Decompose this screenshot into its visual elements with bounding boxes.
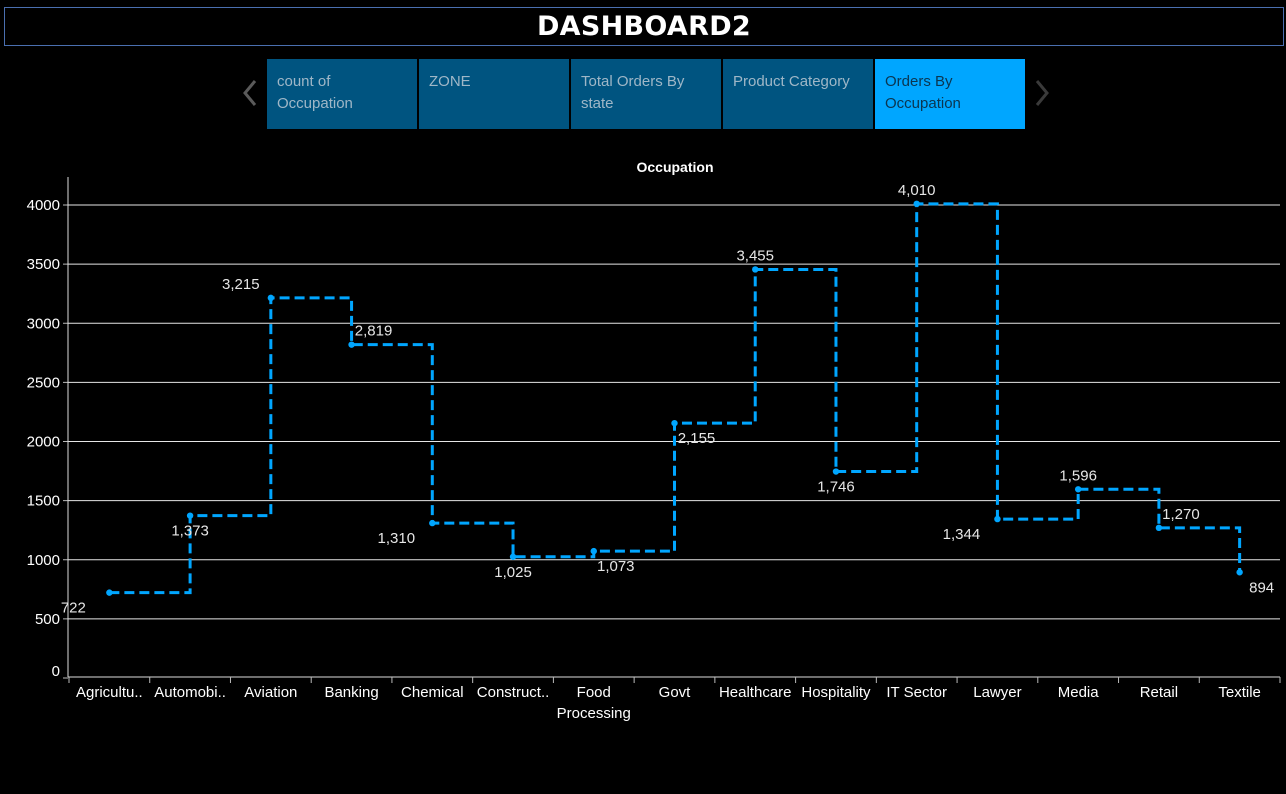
data-point <box>186 512 194 519</box>
data-point <box>1155 524 1163 532</box>
y-tick-label: 0 <box>52 663 60 680</box>
series-step-line <box>109 202 1242 595</box>
chevron-left-icon <box>243 80 257 106</box>
dashboard-title-bar: DASHBOARD2 <box>4 7 1284 46</box>
data-label: 1,073 <box>597 558 635 575</box>
data-label: 3,215 <box>222 276 260 293</box>
x-tick-label: Food <box>577 684 611 701</box>
x-tick-label: Aviation <box>244 684 297 701</box>
data-point <box>1074 486 1082 493</box>
x-tick-label: Textile <box>1218 684 1261 701</box>
data-point <box>1236 569 1243 576</box>
x-tick-label: Hospitality <box>801 684 871 701</box>
data-label: 4,010 <box>898 182 936 199</box>
data-point <box>590 547 597 555</box>
y-tick-label: 4000 <box>27 197 60 214</box>
data-point <box>913 200 920 208</box>
x-tick-label: Chemical <box>401 684 464 701</box>
y-tick-label: 1000 <box>27 552 60 569</box>
data-point <box>752 266 759 273</box>
tabs-next-button[interactable] <box>1028 70 1056 116</box>
data-label: 1,270 <box>1162 506 1200 523</box>
y-tick-label: 3000 <box>27 315 60 332</box>
y-tick-label: 2000 <box>27 434 60 451</box>
tab-zone[interactable]: ZONE <box>419 59 569 129</box>
data-point <box>429 519 436 527</box>
tab-product-category[interactable]: Product Category <box>723 59 873 129</box>
data-point <box>994 515 1001 523</box>
y-tick-label: 2500 <box>27 374 60 391</box>
data-label: 894 <box>1249 579 1274 596</box>
data-point <box>106 589 113 596</box>
data-label: 1,344 <box>943 526 981 543</box>
data-label: 722 <box>61 600 86 617</box>
occupation-step-chart: Occupation 0 500 1000 1500 2000 2500 3000 3500 40… <box>27 159 1281 722</box>
y-tick-label: 1500 <box>27 493 60 510</box>
data-point <box>267 294 275 302</box>
x-tick-label: Processing <box>557 705 631 722</box>
x-tick-label: Banking <box>324 684 378 701</box>
data-label: 1,596 <box>1059 467 1097 484</box>
data-label: 1,025 <box>494 564 532 581</box>
data-point <box>832 468 840 475</box>
x-tick-label: Agricultu.. <box>76 684 143 701</box>
data-point <box>509 553 517 560</box>
data-label: 2,155 <box>678 430 716 447</box>
x-tick-label: Retail <box>1140 684 1178 701</box>
data-label: 2,819 <box>355 323 393 340</box>
data-label: 1,746 <box>817 479 855 496</box>
x-tick-label: IT Sector <box>886 684 947 701</box>
x-tick-label: Media <box>1058 684 1100 701</box>
x-tick-label: Lawyer <box>973 684 1021 701</box>
x-tick-label: Govt <box>659 684 692 701</box>
sheet-tabs: count of Occupation ZONE Total Orders By… <box>267 59 1027 129</box>
x-tick-label: Automobi.. <box>154 684 226 701</box>
chart-title: Occupation <box>636 159 713 175</box>
x-tick-label: Construct.. <box>477 684 550 701</box>
tabs-prev-button[interactable] <box>236 70 264 116</box>
tab-orders-by-occupation[interactable]: Orders By Occupation <box>875 59 1025 129</box>
y-tick-label: 500 <box>35 611 60 628</box>
x-tick-label: Healthcare <box>719 684 792 701</box>
data-point <box>671 419 678 427</box>
data-label: 1,310 <box>378 530 416 547</box>
chevron-right-icon <box>1035 80 1049 106</box>
dashboard-title: DASHBOARD2 <box>536 11 752 42</box>
tab-count-of-occupation[interactable]: count of Occupation <box>267 59 417 129</box>
data-label: 3,455 <box>736 247 774 264</box>
y-tick-label: 3500 <box>27 256 60 273</box>
tab-total-orders-by-state[interactable]: Total Orders By state <box>571 59 721 129</box>
data-label: 1,373 <box>171 523 209 540</box>
data-point <box>348 341 355 348</box>
